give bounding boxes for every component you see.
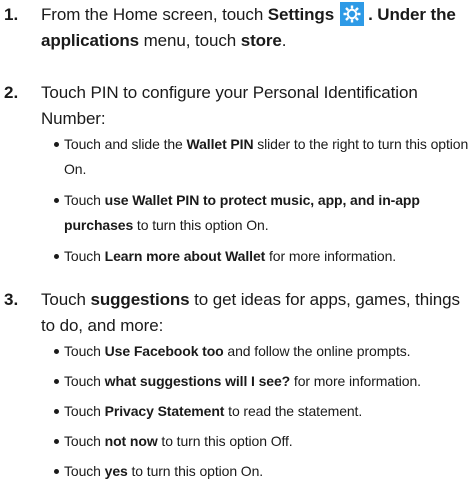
- text-run: for more information.: [265, 248, 397, 264]
- text-run: to turn this option Off.: [157, 433, 293, 449]
- text-run: Touch: [64, 463, 105, 479]
- bold-term: what suggestions will I see?: [104, 373, 291, 389]
- bold-term: yes: [104, 463, 128, 479]
- list-item: Touch Learn more about Wallet for more i…: [54, 244, 469, 269]
- bold-term: not now: [104, 433, 158, 449]
- text-run: From the Home screen, touch: [41, 5, 268, 24]
- store-label: store: [240, 31, 282, 50]
- text-run: . Under the: [368, 5, 456, 24]
- step-text: Touch PIN to configure your Personal Ide…: [41, 83, 418, 128]
- text-run: to turn this option On.: [133, 217, 269, 233]
- text-run: menu, touch: [139, 31, 241, 50]
- text-run: Touch: [64, 248, 105, 264]
- list-item: Touch not now to turn this option Off.: [54, 429, 469, 454]
- list-item: Touch Privacy Statement to read the stat…: [54, 399, 469, 424]
- instructions-page: 1. From the Home screen, touch Settings.…: [0, 0, 472, 487]
- bold-term: Use Facebook too: [104, 343, 224, 359]
- settings-gear-icon: [340, 2, 365, 26]
- bold-term: Wallet PIN: [186, 136, 254, 152]
- step-number: 2.: [4, 83, 19, 102]
- step-text: Touch suggestions to get ideas for apps,…: [41, 287, 469, 339]
- list-item: Touch Use Facebook too and follow the on…: [54, 339, 469, 364]
- text-run: Touch and slide the: [64, 136, 187, 152]
- text-run: to read the statement.: [224, 403, 363, 419]
- text-run: Touch: [64, 433, 105, 449]
- step-3-bullets: Touch Use Facebook too and follow the on…: [54, 339, 469, 484]
- list-item: Touch yes to turn this option On.: [54, 459, 469, 484]
- text-run: .: [281, 31, 287, 50]
- step-number: 3.: [4, 290, 19, 309]
- text-run: for more information.: [290, 373, 421, 389]
- step-2-bullets: Touch and slide the Wallet PIN slider to…: [54, 132, 469, 269]
- text-run: Touch: [64, 343, 105, 359]
- bold-term: Privacy Statement: [104, 403, 225, 419]
- text-run: Touch: [64, 192, 105, 208]
- settings-label: Settings: [267, 5, 335, 24]
- applications-label: applications: [41, 31, 139, 50]
- bold-term: suggestions: [90, 290, 190, 309]
- text-run: and follow the online prompts.: [223, 343, 411, 359]
- bold-term: Learn more about Wallet: [104, 248, 266, 264]
- list-item: Touch and slide the Wallet PIN slider to…: [54, 132, 469, 182]
- step-text: From the Home screen, touch Settings . Un…: [41, 2, 469, 54]
- list-item: Touch what suggestions will I see? for m…: [54, 369, 469, 394]
- text-run: Touch: [64, 403, 105, 419]
- text-run: to turn this option On.: [127, 463, 264, 479]
- step-number: 1.: [4, 5, 19, 24]
- text-run: Touch: [41, 290, 91, 309]
- list-item: Touch use Wallet PIN to protect music, a…: [54, 188, 469, 238]
- text-run: Touch: [64, 373, 105, 389]
